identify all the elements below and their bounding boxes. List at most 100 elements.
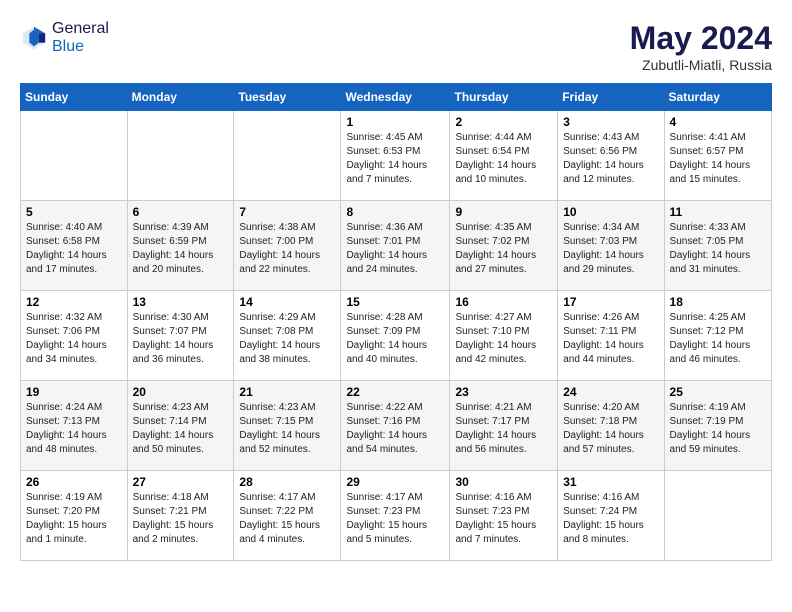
day-info: Sunrise: 4:33 AM Sunset: 7:05 PM Dayligh… <box>670 221 766 277</box>
day-number: 26 <box>26 475 122 489</box>
day-number: 27 <box>133 475 229 489</box>
day-info: Sunrise: 4:27 AM Sunset: 7:10 PM Dayligh… <box>455 311 552 367</box>
calendar-cell <box>664 471 771 561</box>
day-number: 14 <box>239 295 335 309</box>
calendar-cell: 26 Sunrise: 4:19 AM Sunset: 7:20 PM Dayli… <box>21 471 128 561</box>
calendar-cell: 13 Sunrise: 4:30 AM Sunset: 7:07 PM Dayli… <box>127 291 234 381</box>
day-number: 13 <box>133 295 229 309</box>
calendar-cell: 7 Sunrise: 4:38 AM Sunset: 7:00 PM Daylig… <box>234 201 341 291</box>
calendar-cell: 29Sunrise: 4:17 AM Sunset: 7:23 PM Dayli… <box>341 471 450 561</box>
calendar-cell: 21Sunrise: 4:23 AM Sunset: 7:15 PM Dayli… <box>234 381 341 471</box>
day-number: 18 <box>670 295 766 309</box>
day-number: 19 <box>26 385 122 399</box>
day-info: Sunrise: 4:40 AM Sunset: 6:58 PM Dayligh… <box>26 221 122 277</box>
day-number: 20 <box>133 385 229 399</box>
day-header-wednesday: Wednesday <box>341 84 450 111</box>
day-info: Sunrise: 4:18 AM Sunset: 7:21 PM Dayligh… <box>133 491 229 547</box>
day-number: 31 <box>563 475 658 489</box>
day-info: Sunrise: 4:45 AM Sunset: 6:53 PM Dayligh… <box>346 131 444 187</box>
calendar-table: SundayMondayTuesdayWednesdayThursdayFrid… <box>20 83 772 561</box>
calendar-cell: 10Sunrise: 4:34 AM Sunset: 7:03 PM Dayli… <box>558 201 664 291</box>
location: Zubutli-Miatli, Russia <box>630 57 772 73</box>
day-number: 8 <box>346 205 444 219</box>
day-header-saturday: Saturday <box>664 84 771 111</box>
day-number: 30 <box>455 475 552 489</box>
calendar-cell: 19 Sunrise: 4:24 AM Sunset: 7:13 PM Dayli… <box>21 381 128 471</box>
day-number: 24 <box>563 385 658 399</box>
week-row-1: 1 Sunrise: 4:45 AM Sunset: 6:53 PM Daylig… <box>21 111 772 201</box>
calendar-cell: 5Sunrise: 4:40 AM Sunset: 6:58 PM Daylig… <box>21 201 128 291</box>
day-header-monday: Monday <box>127 84 234 111</box>
calendar-cell: 30 Sunrise: 4:16 AM Sunset: 7:23 PM Dayli… <box>450 471 558 561</box>
week-row-5: 26 Sunrise: 4:19 AM Sunset: 7:20 PM Dayli… <box>21 471 772 561</box>
calendar-cell: 8Sunrise: 4:36 AM Sunset: 7:01 PM Daylig… <box>341 201 450 291</box>
calendar-cell: 1 Sunrise: 4:45 AM Sunset: 6:53 PM Daylig… <box>341 111 450 201</box>
day-number: 1 <box>346 115 444 129</box>
day-info: Sunrise: 4:28 AM Sunset: 7:09 PM Dayligh… <box>346 311 444 367</box>
day-number: 9 <box>455 205 552 219</box>
calendar-cell: 16 Sunrise: 4:27 AM Sunset: 7:10 PM Dayli… <box>450 291 558 381</box>
day-number: 3 <box>563 115 658 129</box>
week-row-4: 19 Sunrise: 4:24 AM Sunset: 7:13 PM Dayli… <box>21 381 772 471</box>
day-number: 25 <box>670 385 766 399</box>
day-info: Sunrise: 4:43 AM Sunset: 6:56 PM Dayligh… <box>563 131 658 187</box>
logo-text: General Blue <box>52 20 109 56</box>
calendar-cell: 9Sunrise: 4:35 AM Sunset: 7:02 PM Daylig… <box>450 201 558 291</box>
day-number: 2 <box>455 115 552 129</box>
day-info: Sunrise: 4:16 AM Sunset: 7:24 PM Dayligh… <box>563 491 658 547</box>
calendar-cell: 2Sunrise: 4:44 AM Sunset: 6:54 PM Daylig… <box>450 111 558 201</box>
day-number: 16 <box>455 295 552 309</box>
day-info: Sunrise: 4:30 AM Sunset: 7:07 PM Dayligh… <box>133 311 229 367</box>
title-block: May 2024 Zubutli-Miatli, Russia <box>630 20 772 73</box>
week-row-3: 12 Sunrise: 4:32 AM Sunset: 7:06 PM Dayli… <box>21 291 772 381</box>
calendar-cell: 15 Sunrise: 4:28 AM Sunset: 7:09 PM Dayli… <box>341 291 450 381</box>
day-number: 21 <box>239 385 335 399</box>
logo-icon <box>20 24 48 52</box>
day-info: Sunrise: 4:16 AM Sunset: 7:23 PM Dayligh… <box>455 491 552 547</box>
day-info: Sunrise: 4:24 AM Sunset: 7:13 PM Dayligh… <box>26 401 122 457</box>
day-info: Sunrise: 4:21 AM Sunset: 7:17 PM Dayligh… <box>455 401 552 457</box>
calendar-cell: 22 Sunrise: 4:22 AM Sunset: 7:16 PM Dayli… <box>341 381 450 471</box>
calendar-cell: 23 Sunrise: 4:21 AM Sunset: 7:17 PM Dayli… <box>450 381 558 471</box>
day-info: Sunrise: 4:19 AM Sunset: 7:20 PM Dayligh… <box>26 491 122 547</box>
day-number: 11 <box>670 205 766 219</box>
logo: General Blue <box>20 20 109 56</box>
day-header-sunday: Sunday <box>21 84 128 111</box>
day-info: Sunrise: 4:25 AM Sunset: 7:12 PM Dayligh… <box>670 311 766 367</box>
calendar-cell <box>234 111 341 201</box>
day-number: 7 <box>239 205 335 219</box>
calendar-cell: 6Sunrise: 4:39 AM Sunset: 6:59 PM Daylig… <box>127 201 234 291</box>
day-info: Sunrise: 4:19 AM Sunset: 7:19 PM Dayligh… <box>670 401 766 457</box>
calendar-cell: 28Sunrise: 4:17 AM Sunset: 7:22 PM Dayli… <box>234 471 341 561</box>
logo-general: General <box>52 20 109 37</box>
day-number: 12 <box>26 295 122 309</box>
calendar-cell: 31 Sunrise: 4:16 AM Sunset: 7:24 PM Dayli… <box>558 471 664 561</box>
calendar-cell: 11 Sunrise: 4:33 AM Sunset: 7:05 PM Dayli… <box>664 201 771 291</box>
day-number: 22 <box>346 385 444 399</box>
calendar-cell: 4Sunrise: 4:41 AM Sunset: 6:57 PM Daylig… <box>664 111 771 201</box>
calendar-cell: 20Sunrise: 4:23 AM Sunset: 7:14 PM Dayli… <box>127 381 234 471</box>
day-info: Sunrise: 4:32 AM Sunset: 7:06 PM Dayligh… <box>26 311 122 367</box>
day-info: Sunrise: 4:26 AM Sunset: 7:11 PM Dayligh… <box>563 311 658 367</box>
logo-blue: Blue <box>52 38 84 55</box>
day-number: 10 <box>563 205 658 219</box>
day-header-tuesday: Tuesday <box>234 84 341 111</box>
calendar-cell: 12 Sunrise: 4:32 AM Sunset: 7:06 PM Dayli… <box>21 291 128 381</box>
calendar-cell: 17 Sunrise: 4:26 AM Sunset: 7:11 PM Dayli… <box>558 291 664 381</box>
day-number: 17 <box>563 295 658 309</box>
day-info: Sunrise: 4:20 AM Sunset: 7:18 PM Dayligh… <box>563 401 658 457</box>
calendar-cell: 24 Sunrise: 4:20 AM Sunset: 7:18 PM Dayli… <box>558 381 664 471</box>
day-info: Sunrise: 4:29 AM Sunset: 7:08 PM Dayligh… <box>239 311 335 367</box>
day-number: 15 <box>346 295 444 309</box>
day-info: Sunrise: 4:38 AM Sunset: 7:00 PM Dayligh… <box>239 221 335 277</box>
week-row-2: 5Sunrise: 4:40 AM Sunset: 6:58 PM Daylig… <box>21 201 772 291</box>
page-header: General Blue May 2024 Zubutli-Miatli, Ru… <box>20 20 772 73</box>
calendar-cell: 25 Sunrise: 4:19 AM Sunset: 7:19 PM Dayli… <box>664 381 771 471</box>
day-number: 23 <box>455 385 552 399</box>
day-number: 29 <box>346 475 444 489</box>
day-info: Sunrise: 4:22 AM Sunset: 7:16 PM Dayligh… <box>346 401 444 457</box>
day-header-thursday: Thursday <box>450 84 558 111</box>
calendar-cell <box>21 111 128 201</box>
calendar-cell <box>127 111 234 201</box>
day-info: Sunrise: 4:17 AM Sunset: 7:22 PM Dayligh… <box>239 491 335 547</box>
